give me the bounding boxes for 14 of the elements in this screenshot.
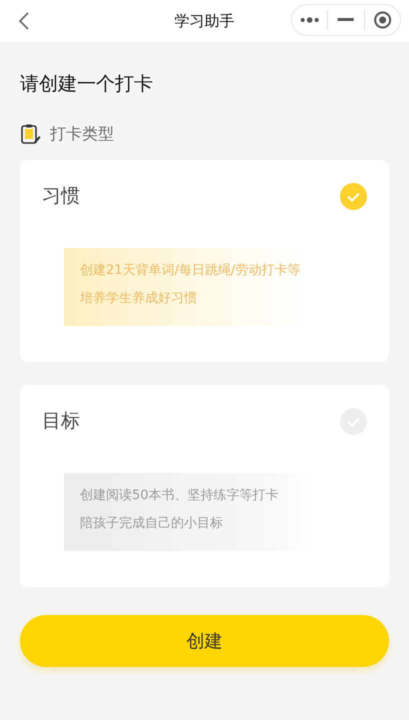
description-text: 培养学生养成好习惯	[80, 290, 198, 307]
description-text: 陪孩子完成自己的小目标	[80, 515, 224, 532]
option-title: 目标	[42, 409, 80, 434]
clipboard-icon	[20, 123, 42, 145]
option-card[interactable]: 目标 创建阅读50本书、坚持练字等打卡 陪孩子完成自己的小目标	[20, 385, 389, 587]
option-title: 习惯	[42, 184, 80, 209]
option-card[interactable]: 习惯 创建21天背单词/每日跳绳/劳动打卡等 培养学生养成好习惯	[20, 160, 389, 362]
create-button[interactable]: 创建	[20, 615, 389, 667]
page-heading: 请创建一个打卡	[20, 72, 154, 96]
description-text: 创建阅读50本书、坚持练字等打卡	[80, 487, 280, 504]
back-icon[interactable]	[18, 11, 30, 31]
nav-title: 学习助手	[174, 12, 234, 30]
section-label: 打卡类型	[50, 124, 114, 144]
check-icon[interactable]	[340, 182, 367, 210]
